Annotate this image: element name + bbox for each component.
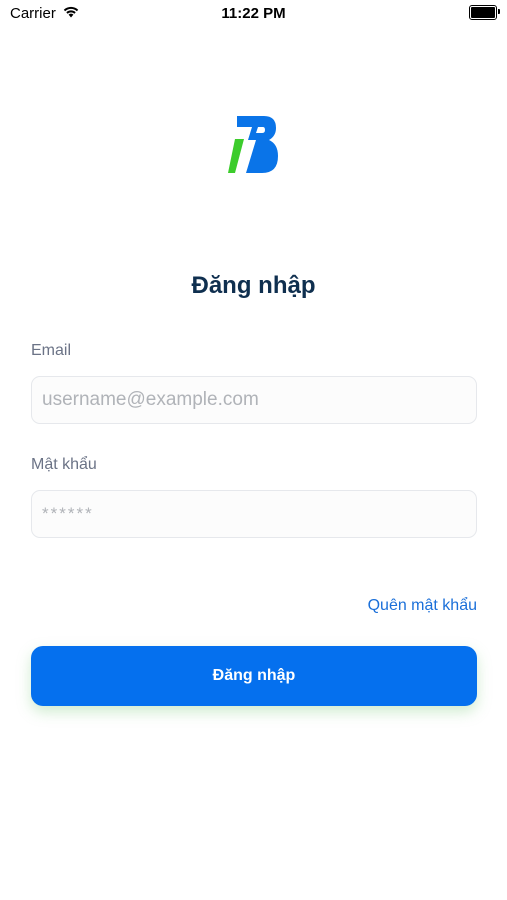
password-label: Mật khẩu bbox=[31, 456, 97, 473]
battery-level bbox=[471, 7, 495, 18]
page-title: Đăng nhập bbox=[191, 272, 316, 299]
status-right bbox=[469, 5, 500, 20]
battery-icon bbox=[469, 5, 500, 20]
status-bar: Carrier 11:22 PM bbox=[0, 0, 507, 28]
brand-logo-icon bbox=[226, 113, 280, 175]
email-label: Email bbox=[31, 342, 72, 359]
password-field[interactable] bbox=[31, 490, 477, 538]
login-button[interactable]: Đăng nhập bbox=[31, 646, 477, 706]
status-time: 11:22 PM bbox=[221, 5, 286, 22]
login-screen: Carrier 11:22 PM Đăng nhập Email usernam… bbox=[0, 0, 507, 900]
forgot-password-link[interactable]: Quên mật khẩu bbox=[368, 597, 477, 615]
email-field[interactable] bbox=[31, 376, 477, 424]
